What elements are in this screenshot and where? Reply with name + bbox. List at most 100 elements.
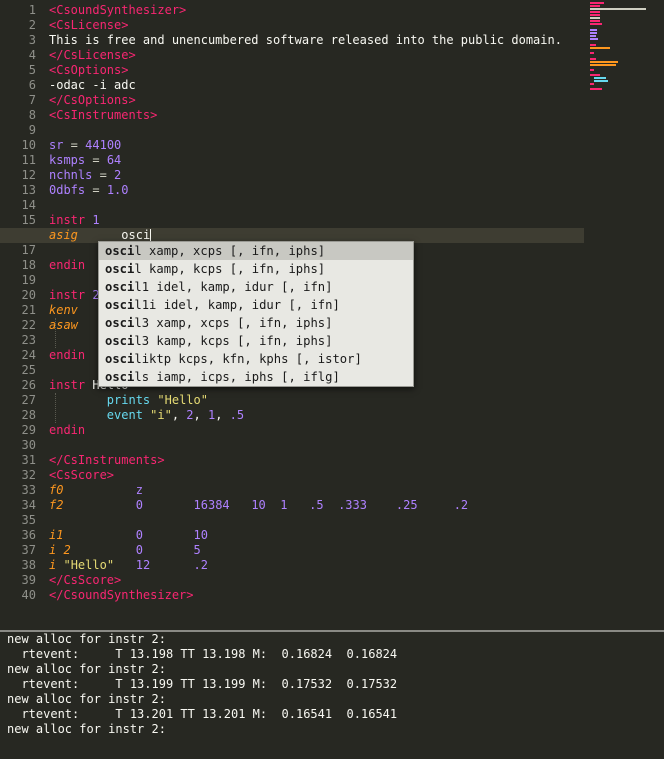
- code-line-40: </CsoundSynthesizer>: [49, 588, 194, 602]
- autocomplete-item[interactable]: oscils iamp, icps, iphs [, iflg]: [99, 368, 413, 386]
- line-number: 30: [21, 438, 36, 452]
- code-line-36: i1 0 10: [49, 528, 208, 542]
- code-line-8: <CsInstruments>: [49, 108, 158, 122]
- line-number: 23: [21, 333, 36, 347]
- line-number: 2: [28, 18, 36, 32]
- autocomplete-item[interactable]: oscil kamp, kcps [, ifn, iphs]: [99, 260, 413, 278]
- line-number: 22: [21, 318, 36, 332]
- autocomplete-item[interactable]: oscil3 kamp, kcps [, ifn, iphs]: [99, 332, 413, 350]
- autocomplete-item[interactable]: oscil1i idel, kamp, idur [, ifn]: [99, 296, 413, 314]
- code-line-7: </CsOptions>: [49, 93, 136, 107]
- line-number: 11: [21, 153, 36, 167]
- line-number: 25: [21, 363, 36, 377]
- code-line-10: sr = 44100: [49, 138, 122, 152]
- autocomplete-match: osci: [105, 316, 135, 330]
- line-number: 6: [28, 78, 36, 92]
- code-line-4: </CsLicense>: [49, 48, 136, 62]
- console-line: rtevent: T 13.198 TT 13.198 M: 0.16824 0…: [7, 647, 398, 661]
- code-line-34: f2 0 16384 10 1 .5 .333 .25 .2: [49, 498, 469, 512]
- line-number: 14: [21, 198, 36, 212]
- code-line-32: <CsScore>: [49, 468, 115, 482]
- code-line-15: instr 1: [49, 213, 100, 227]
- line-number: 40: [21, 588, 36, 602]
- output-console[interactable]: new alloc for instr 2: rtevent: T 13.198…: [0, 632, 664, 759]
- console-line: new alloc for instr 2:: [7, 632, 166, 646]
- code-line-33: f0 z: [49, 483, 143, 497]
- autocomplete-match: osci: [105, 298, 135, 312]
- code-line-11: ksmps = 64: [49, 153, 122, 167]
- line-number: 26: [21, 378, 36, 392]
- line-number: 37: [21, 543, 36, 557]
- line-number-gutter: 1234567891011121314151617181920212223242…: [0, 3, 36, 603]
- line-number: 33: [21, 483, 36, 497]
- autocomplete-popup[interactable]: oscil xamp, xcps [, ifn, iphs] oscil kamp…: [98, 241, 414, 387]
- code-line-12: nchnls = 2: [49, 168, 122, 182]
- line-number: 36: [21, 528, 36, 542]
- line-number: 5: [28, 63, 36, 77]
- line-number: 3: [28, 33, 36, 47]
- autocomplete-signature: l3 kamp, kcps [, ifn, iphs]: [134, 334, 333, 348]
- line-number: 20: [21, 288, 36, 302]
- console-line: new alloc for instr 2:: [7, 662, 166, 676]
- line-number: 18: [21, 258, 36, 272]
- line-number: 32: [21, 468, 36, 482]
- code-line-31: </CsInstruments>: [49, 453, 165, 467]
- autocomplete-match: osci: [105, 334, 135, 348]
- line-number: 28: [21, 408, 36, 422]
- console-line: new alloc for instr 2:: [7, 722, 166, 736]
- line-number: 31: [21, 453, 36, 467]
- line-number: 35: [21, 513, 36, 527]
- autocomplete-match: osci: [105, 280, 135, 294]
- autocomplete-signature: liktp kcps, kfn, kphs [, istor]: [134, 352, 362, 366]
- code-line-5: <CsOptions>: [49, 63, 129, 77]
- code-line-39: </CsScore>: [49, 573, 122, 587]
- autocomplete-signature: l xamp, xcps [, ifn, iphs]: [134, 244, 326, 258]
- autocomplete-match: osci: [105, 370, 135, 384]
- line-number: 34: [21, 498, 36, 512]
- indent-guide: [55, 393, 56, 423]
- line-number: 4: [28, 48, 36, 62]
- line-number: 21: [21, 303, 36, 317]
- line-number: 7: [28, 93, 36, 107]
- autocomplete-match: osci: [105, 244, 135, 258]
- autocomplete-item[interactable]: osciliktp kcps, kfn, kphs [, istor]: [99, 350, 413, 368]
- autocomplete-item[interactable]: oscil1 idel, kamp, idur [, ifn]: [99, 278, 413, 296]
- minimap[interactable]: [590, 2, 662, 92]
- code-line-27: prints "Hello": [106, 393, 208, 407]
- autocomplete-signature: l1i idel, kamp, idur [, ifn]: [134, 298, 340, 312]
- line-number: 17: [21, 243, 36, 257]
- line-number: 29: [21, 423, 36, 437]
- autocomplete-item[interactable]: oscil xamp, xcps [, ifn, iphs]: [99, 242, 413, 260]
- line-number: 24: [21, 348, 36, 362]
- autocomplete-item[interactable]: oscil3 xamp, xcps [, ifn, iphs]: [99, 314, 413, 332]
- code-line-1: <CsoundSynthesizer>: [49, 3, 187, 17]
- code-line-28: event "i", 2, 1, .5: [106, 408, 245, 422]
- line-number: 10: [21, 138, 36, 152]
- code-line-3: This is free and unencumbered software r…: [49, 33, 562, 47]
- console-line: rtevent: T 13.199 TT 13.199 M: 0.17532 0…: [7, 677, 398, 691]
- code-line-2: <CsLicense>: [49, 18, 129, 32]
- line-number: 27: [21, 393, 36, 407]
- code-line-6: -odac -i adc: [49, 78, 136, 92]
- line-number: 9: [28, 123, 36, 137]
- autocomplete-signature: l kamp, kcps [, ifn, iphs]: [134, 262, 326, 276]
- line-number: 13: [21, 183, 36, 197]
- panel-divider[interactable]: [0, 622, 664, 632]
- console-line: new alloc for instr 2:: [7, 692, 166, 706]
- code-line-37: i 2 0 5: [49, 543, 201, 557]
- autocomplete-signature: l3 xamp, xcps [, ifn, iphs]: [134, 316, 333, 330]
- line-number: 39: [21, 573, 36, 587]
- autocomplete-signature: ls iamp, icps, iphs [, iflg]: [134, 370, 340, 384]
- line-number: 15: [21, 213, 36, 227]
- console-line: rtevent: T 13.201 TT 13.201 M: 0.16541 0…: [7, 707, 398, 721]
- line-number: 19: [21, 273, 36, 287]
- code-line-13: 0dbfs = 1.0: [49, 183, 129, 197]
- autocomplete-signature: l1 idel, kamp, idur [, ifn]: [134, 280, 333, 294]
- autocomplete-match: osci: [105, 352, 135, 366]
- code-line-29: endin: [49, 423, 86, 437]
- indent-guide: [55, 318, 56, 348]
